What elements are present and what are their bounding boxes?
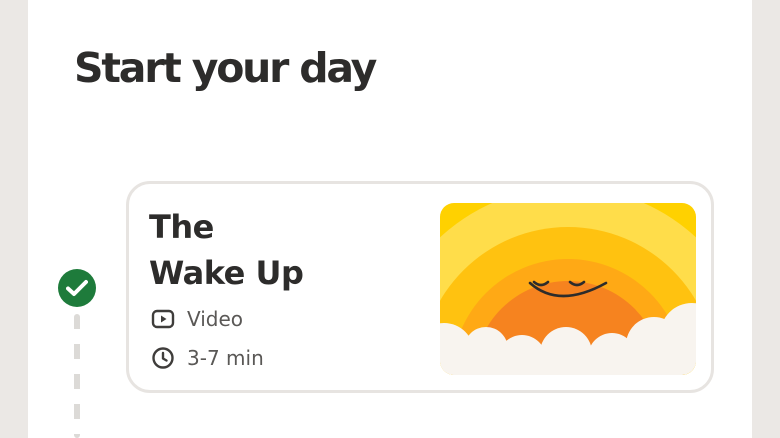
checkmark-icon bbox=[66, 280, 88, 296]
session-type-label: Video bbox=[187, 307, 244, 331]
timeline-connector bbox=[74, 314, 80, 438]
session-title: The Wake Up bbox=[149, 204, 304, 296]
play-video-icon bbox=[151, 307, 175, 331]
session-title-line-2: Wake Up bbox=[149, 254, 304, 292]
completed-check-icon bbox=[58, 269, 96, 307]
session-type: Video bbox=[151, 307, 243, 331]
sunrise-thumbnail bbox=[440, 203, 696, 375]
session-duration-label: 3-7 min bbox=[187, 346, 264, 370]
session-duration: 3-7 min bbox=[151, 346, 264, 370]
session-card-wake-up[interactable]: The Wake Up Video 3-7 min bbox=[126, 181, 714, 393]
today-screen: Start your day The Wake Up Video 3-7 min bbox=[28, 0, 752, 438]
session-title-line-1: The bbox=[149, 208, 214, 246]
clock-icon bbox=[151, 346, 175, 370]
section-title: Start your day bbox=[74, 44, 377, 92]
